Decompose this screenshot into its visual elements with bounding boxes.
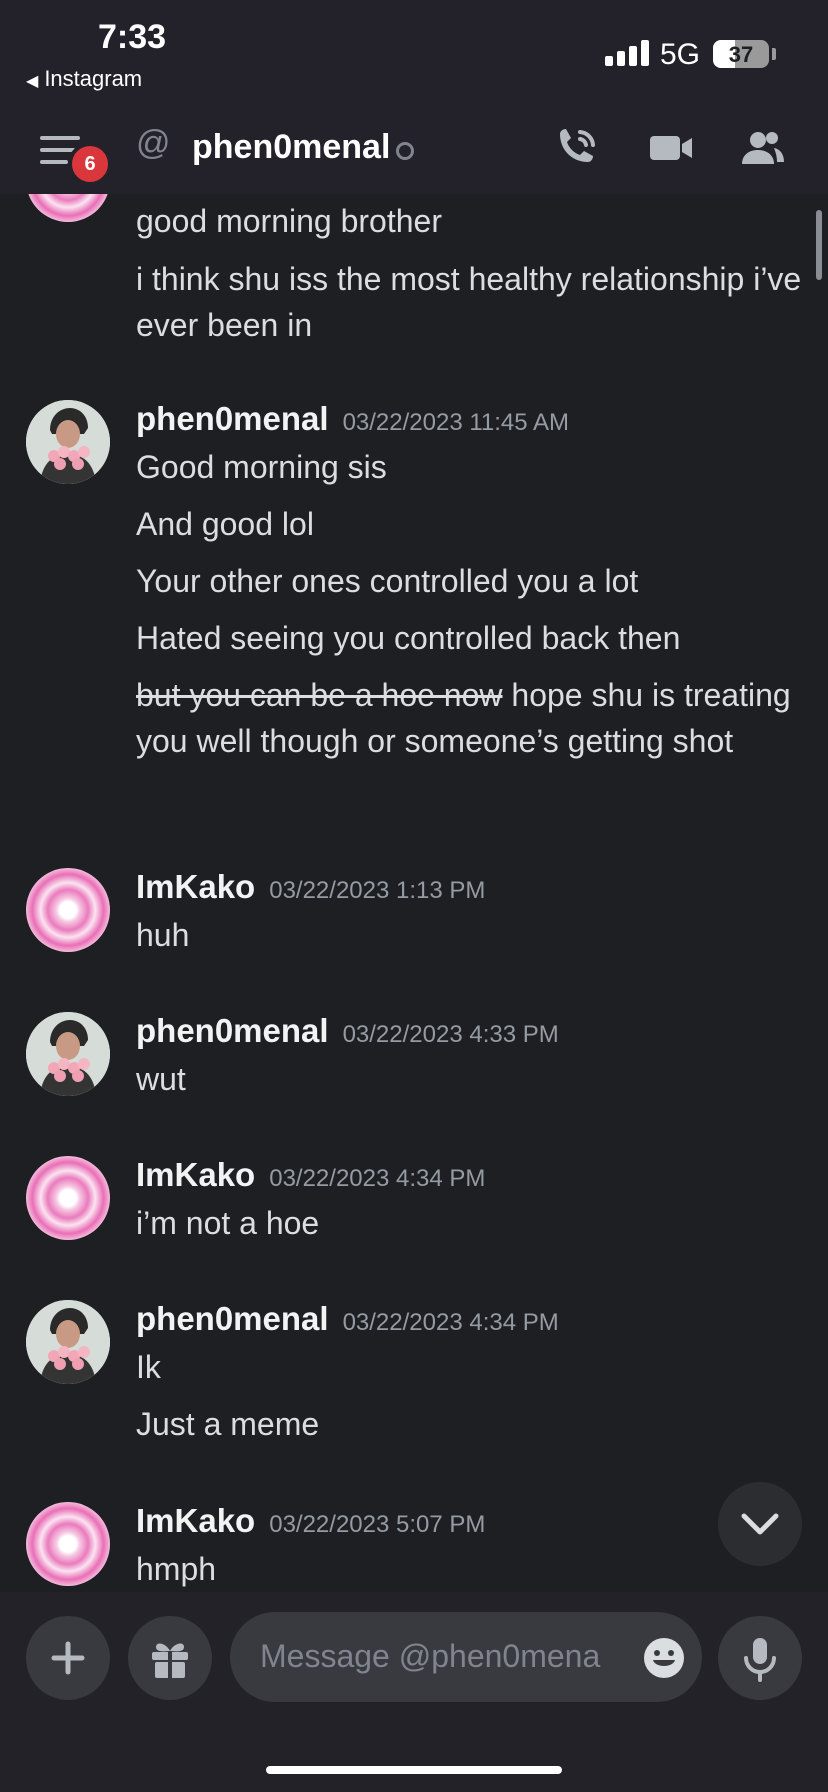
message-text: Hated seeing you controlled back then: [136, 620, 681, 656]
message-input-placeholder: Message @phen0mena: [260, 1638, 601, 1674]
author-name[interactable]: ImKako: [136, 1502, 255, 1539]
timestamp: 03/22/2023 11:45 AM: [342, 409, 569, 436]
battery-nub: [772, 48, 776, 60]
network-type: 5G: [660, 38, 701, 71]
author-name[interactable]: phen0menal: [136, 1012, 329, 1049]
video-camera-icon[interactable]: [648, 126, 694, 170]
gift-button[interactable]: [128, 1616, 212, 1700]
gift-icon: [152, 1643, 188, 1678]
offline-status-icon: [396, 142, 414, 160]
strikethrough-text: but you can be a hoe now: [136, 677, 503, 713]
message-text: huh: [136, 917, 190, 953]
at-icon: @: [136, 124, 171, 162]
avatar-illustration: [26, 1300, 110, 1384]
timestamp: 03/22/2023 1:13 PM: [269, 877, 486, 904]
avatar[interactable]: [26, 1156, 110, 1240]
message-text: i think shu iss the most healthy relatio…: [136, 261, 802, 343]
author-name[interactable]: ImKako: [136, 1156, 255, 1193]
voice-message-button[interactable]: [718, 1616, 802, 1700]
battery-percent: 37: [728, 42, 754, 67]
back-arrow-icon: ◀: [26, 73, 39, 90]
timestamp: 03/22/2023 4:34 PM: [342, 1309, 559, 1336]
dm-header: 6 @ phen0menal: [0, 100, 828, 194]
message-text: Your other ones controlled you a lot: [136, 563, 639, 599]
timestamp: 03/22/2023 5:07 PM: [269, 1511, 486, 1538]
message-input[interactable]: Message @phen0mena: [230, 1612, 702, 1702]
battery-icon: 37: [713, 40, 769, 68]
plus-icon: [51, 1641, 85, 1675]
avatar[interactable]: [26, 1502, 110, 1586]
add-attachment-button[interactable]: [26, 1616, 110, 1700]
message-text: hmph: [136, 1551, 217, 1587]
jump-to-bottom-button[interactable]: [718, 1482, 802, 1566]
status-bar: 7:33 ◀ Instagram 5G 37: [0, 0, 828, 100]
signal-icon: [605, 40, 649, 66]
chevron-down-icon: [741, 1513, 779, 1535]
message-header: phen0menal 03/22/2023 4:34 PM: [136, 1300, 559, 1338]
avatar[interactable]: [26, 1012, 110, 1096]
avatar[interactable]: [26, 1300, 110, 1384]
message-text: Ik: [136, 1349, 161, 1385]
avatar-illustration: [26, 1012, 110, 1096]
back-to-app-link[interactable]: ◀ Instagram: [26, 66, 142, 92]
message-text: Just a meme: [136, 1406, 320, 1442]
message-header: ImKako 03/22/2023 1:13 PM: [136, 868, 485, 906]
timestamp: 03/22/2023 4:33 PM: [342, 1021, 559, 1048]
scrollbar[interactable]: [816, 210, 822, 280]
unread-badge: 6: [68, 142, 112, 186]
avatar-illustration: [26, 400, 110, 484]
back-app-label: Instagram: [44, 66, 143, 91]
message-text: good morning brother: [136, 203, 442, 239]
author-name[interactable]: ImKako: [136, 868, 255, 905]
clock: 7:33: [98, 18, 167, 56]
message-text: Good morning sis: [136, 449, 387, 485]
message-text: i’m not a hoe: [136, 1205, 320, 1241]
message-header: ImKako 03/22/2023 4:34 PM: [136, 1156, 485, 1194]
message-list[interactable]: good morning brother i think shu iss the…: [0, 194, 828, 1592]
avatar[interactable]: [26, 400, 110, 484]
author-name[interactable]: phen0menal: [136, 400, 329, 437]
message-header: ImKako 03/22/2023 5:07 PM: [136, 1502, 485, 1540]
home-indicator[interactable]: [266, 1766, 562, 1774]
timestamp: 03/22/2023 4:34 PM: [269, 1165, 486, 1192]
message-text: wut: [136, 1061, 186, 1097]
members-icon[interactable]: [740, 126, 786, 170]
message-text: And good lol: [136, 506, 314, 542]
message-header: phen0menal 03/22/2023 4:33 PM: [136, 1012, 559, 1050]
avatar[interactable]: [26, 868, 110, 952]
avatar[interactable]: [26, 194, 110, 222]
microphone-icon: [744, 1638, 776, 1682]
message-header: phen0menal 03/22/2023 11:45 AM: [136, 400, 569, 438]
phone-call-icon[interactable]: [554, 126, 600, 170]
composer-bar: Message @phen0mena: [0, 1592, 828, 1792]
emoji-icon[interactable]: [642, 1636, 686, 1680]
message-text: but you can be a hoe now hope shu is tre…: [136, 672, 806, 764]
author-name[interactable]: phen0menal: [136, 1300, 329, 1337]
dm-title[interactable]: phen0menal: [192, 128, 390, 167]
